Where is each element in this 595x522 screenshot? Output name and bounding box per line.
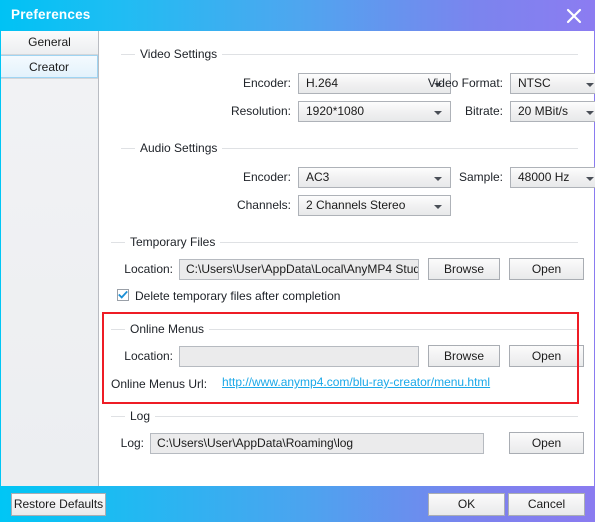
dialog-footer: Restore Defaults OK Cancel xyxy=(0,486,595,522)
log-path-input[interactable]: C:\Users\User\AppData\Roaming\log xyxy=(150,433,484,454)
temp-open-label: Open xyxy=(531,262,562,276)
preferences-window: Preferences General Creator Video Settin… xyxy=(0,0,595,522)
log-open-button[interactable]: Open xyxy=(509,432,584,454)
title-bar: Preferences xyxy=(0,0,595,31)
video-encoder-value: H.264 xyxy=(306,76,339,90)
chevron-down-icon xyxy=(586,83,594,87)
group-log-title: Log xyxy=(125,409,156,423)
temp-browse-label: Browse xyxy=(443,262,484,276)
delete-temp-files-label: Delete temporary files after completion xyxy=(135,289,341,303)
restore-defaults-button[interactable]: Restore Defaults xyxy=(11,493,106,516)
online-open-label: Open xyxy=(531,349,562,363)
audio-sample-select[interactable]: 48000 Hz xyxy=(510,167,595,188)
group-online-menus: Online Menus Location: Browse Open Onlin… xyxy=(111,322,584,398)
chevron-down-icon xyxy=(434,205,442,209)
video-encoder-label: Encoder: xyxy=(242,76,291,90)
group-video-settings: Video Settings Encoder: H.264 Video Form… xyxy=(121,47,595,122)
sidebar-item-general-label: General xyxy=(28,35,71,49)
audio-channels-value: 2 Channels Stereo xyxy=(306,198,406,212)
restore-defaults-label: Restore Defaults xyxy=(13,497,104,511)
sidebar-empty-area xyxy=(1,78,98,486)
audio-sample-label: Sample: xyxy=(458,170,503,184)
online-menus-url-link[interactable]: http://www.anymp4.com/blu-ray-creator/me… xyxy=(222,375,490,389)
audio-encoder-value: AC3 xyxy=(306,170,330,184)
log-path-value: C:\Users\User\AppData\Roaming\log xyxy=(157,436,354,450)
close-icon[interactable] xyxy=(563,5,585,27)
online-location-input[interactable] xyxy=(179,346,419,367)
temp-location-label: Location: xyxy=(124,262,173,276)
ok-label: OK xyxy=(457,497,476,511)
temp-location-value: C:\Users\User\AppData\Local\AnyMP4 Studi… xyxy=(186,262,419,276)
group-online-menus-title: Online Menus xyxy=(125,322,210,336)
temp-location-input[interactable]: C:\Users\User\AppData\Local\AnyMP4 Studi… xyxy=(179,259,419,280)
cancel-button[interactable]: Cancel xyxy=(508,493,585,516)
video-bitrate-select[interactable]: 20 MBit/s xyxy=(510,101,595,122)
group-temporary-files: Temporary Files Location: C:\Users\User\… xyxy=(111,235,584,313)
group-audio-title: Audio Settings xyxy=(135,141,223,155)
group-log: Log Log: C:\Users\User\AppData\Roaming\l… xyxy=(111,409,584,467)
online-browse-button[interactable]: Browse xyxy=(428,345,500,367)
video-bitrate-value: 20 MBit/s xyxy=(518,104,569,118)
log-label: Log: xyxy=(120,436,144,450)
group-temporary-title: Temporary Files xyxy=(125,235,221,249)
checkbox-box xyxy=(117,289,129,301)
sidebar: General Creator xyxy=(1,31,99,486)
video-resolution-value: 1920*1080 xyxy=(306,104,365,118)
temp-open-button[interactable]: Open xyxy=(509,258,584,280)
audio-channels-label: Channels: xyxy=(236,198,291,212)
online-browse-label: Browse xyxy=(443,349,484,363)
audio-encoder-label: Encoder: xyxy=(242,170,291,184)
online-url-label: Online Menus Url: xyxy=(111,377,208,391)
audio-sample-value: 48000 Hz xyxy=(518,170,570,184)
preferences-content: Video Settings Encoder: H.264 Video Form… xyxy=(99,31,595,486)
sidebar-item-creator[interactable]: Creator xyxy=(1,55,98,78)
group-video-title: Video Settings xyxy=(135,47,223,61)
online-open-button[interactable]: Open xyxy=(509,345,584,367)
video-format-select[interactable]: NTSC xyxy=(510,73,595,94)
ok-button[interactable]: OK xyxy=(428,493,505,516)
sidebar-item-creator-label: Creator xyxy=(28,60,69,74)
chevron-down-icon xyxy=(586,111,594,115)
group-audio-settings: Audio Settings Encoder: AC3 Sample: 4800… xyxy=(121,141,595,216)
video-format-value: NTSC xyxy=(518,76,551,90)
audio-channels-select[interactable]: 2 Channels Stereo xyxy=(298,195,451,216)
page-title: Preferences xyxy=(11,7,91,22)
video-bitrate-label: Bitrate: xyxy=(464,104,503,118)
temp-browse-button[interactable]: Browse xyxy=(428,258,500,280)
log-open-label: Open xyxy=(531,436,562,450)
chevron-down-icon xyxy=(586,177,594,181)
sidebar-item-general[interactable]: General xyxy=(1,31,98,55)
video-format-label: Video Format: xyxy=(427,76,503,90)
video-resolution-label: Resolution: xyxy=(230,104,291,118)
cancel-label: Cancel xyxy=(527,497,566,511)
online-location-label: Location: xyxy=(124,349,173,363)
